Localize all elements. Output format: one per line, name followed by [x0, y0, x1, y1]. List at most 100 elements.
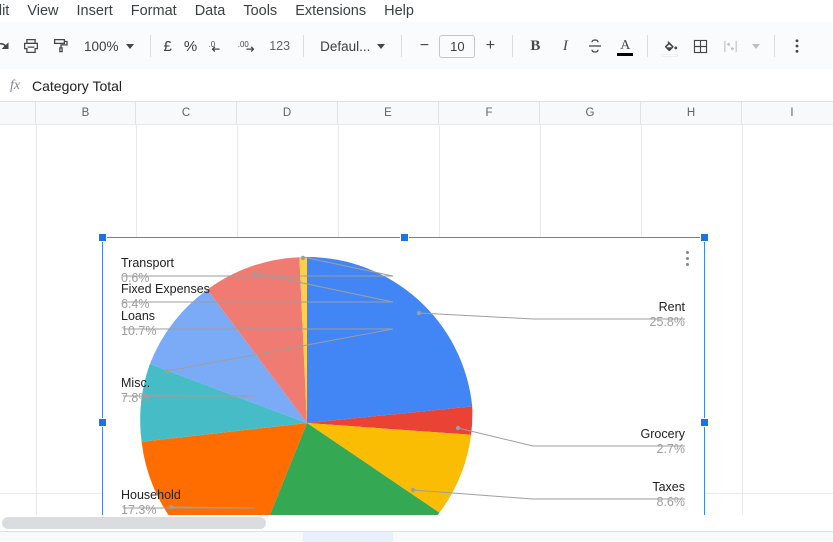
- leader-line-rent: [418, 312, 685, 320]
- pie-label-taxes: Taxes: [652, 480, 685, 494]
- horizontal-scrollbar-track[interactable]: [0, 515, 833, 531]
- toolbar-divider-6: [774, 35, 776, 57]
- resize-handle-middle-right[interactable]: [700, 418, 709, 427]
- leader-dot-rent: [416, 310, 422, 316]
- pie-value-grocery: 2.7%: [657, 442, 686, 456]
- font-family-value: Defaul...: [320, 38, 371, 54]
- grid-row-line: [0, 124, 833, 125]
- toolbar-divider-5: [647, 35, 649, 57]
- menu-item-extensions[interactable]: Extensions: [287, 0, 374, 22]
- font-size-input[interactable]: 10: [439, 34, 476, 58]
- toolbar-divider: [149, 35, 151, 57]
- svg-text:.00: .00: [238, 40, 250, 49]
- toolbar-divider-4: [512, 35, 514, 57]
- spreadsheet-grid[interactable]: B C D E F G H I Transport 0.6% Fixed Exp…: [0, 102, 833, 515]
- toolbar-divider-2: [303, 35, 305, 57]
- pie-label-loans: Loans: [121, 309, 155, 323]
- leader-dot-loans: [164, 368, 170, 374]
- resize-handle-top-right[interactable]: [700, 233, 709, 242]
- resize-handle-top-left[interactable]: [98, 233, 107, 242]
- merge-cells-icon: [715, 31, 745, 61]
- column-header-i[interactable]: I: [742, 102, 833, 124]
- increase-decimal-button[interactable]: .00: [233, 31, 263, 61]
- leader-dot-taxes: [410, 487, 416, 493]
- zoom-control[interactable]: 100%: [76, 32, 143, 60]
- resize-handle-middle-left[interactable]: [98, 418, 107, 427]
- dot: [685, 250, 689, 254]
- leader-dot-transport: [300, 255, 306, 261]
- paint-format-icon[interactable]: [46, 31, 76, 61]
- pie-value-rent: 25.8%: [650, 315, 685, 329]
- menu-item-format[interactable]: Format: [123, 0, 185, 22]
- grid-column-line: [742, 124, 743, 515]
- italic-button[interactable]: I: [550, 31, 580, 61]
- percent-format-button[interactable]: %: [178, 32, 203, 60]
- pie-value-taxes: 8.6%: [657, 495, 686, 509]
- more-options-icon[interactable]: [782, 31, 812, 61]
- fx-icon: fx: [9, 77, 21, 93]
- pie-label-household: Household: [121, 488, 181, 502]
- menu-item-insert[interactable]: Insert: [69, 0, 121, 22]
- font-family-selector[interactable]: Defaul...: [311, 32, 394, 60]
- column-header-h[interactable]: H: [641, 102, 742, 124]
- resize-handle-top-center[interactable]: [400, 233, 409, 242]
- chevron-down-icon: [752, 43, 761, 49]
- chevron-down-icon: [377, 43, 386, 49]
- fill-color-swatch: [662, 54, 679, 57]
- sheet-tab-bar: [0, 531, 833, 542]
- more-formats-button[interactable]: 123: [263, 32, 296, 60]
- column-header-b[interactable]: B: [36, 102, 136, 124]
- print-icon[interactable]: [16, 31, 46, 61]
- pie-label-transport: Transport: [121, 256, 175, 270]
- formula-bar: fx Category Total: [0, 70, 833, 102]
- toolbar: 100% £ % .0 .00 123 Defaul... − 10 + B I: [0, 22, 833, 70]
- dot: [685, 262, 689, 266]
- strikethrough-icon[interactable]: [580, 31, 610, 61]
- chart-overflow-menu-icon[interactable]: [678, 246, 696, 270]
- text-color-letter: A: [620, 38, 631, 53]
- pie-value-misc: 7.8%: [121, 391, 150, 405]
- dot: [685, 256, 689, 260]
- leader-dot-household: [168, 504, 174, 510]
- toolbar-divider-3: [401, 35, 403, 57]
- pie-value-loans: 10.7%: [121, 324, 156, 338]
- menu-bar: dit View Insert Format Data Tools Extens…: [0, 0, 833, 22]
- column-header-e[interactable]: E: [338, 102, 439, 124]
- fill-color-icon[interactable]: [655, 31, 685, 61]
- increase-font-size-button[interactable]: +: [475, 31, 505, 61]
- column-header-g[interactable]: G: [540, 102, 641, 124]
- pie-chart-svg: Transport 0.6% Fixed Expenses 6.4% Loans…: [121, 255, 686, 515]
- menu-item-view[interactable]: View: [19, 0, 66, 22]
- horizontal-scrollbar-thumb[interactable]: [2, 517, 266, 529]
- pie-chart-object[interactable]: Transport 0.6% Fixed Expenses 6.4% Loans…: [98, 233, 709, 515]
- pie-label-grocery: Grocery: [641, 427, 686, 441]
- column-header-f[interactable]: F: [439, 102, 540, 124]
- borders-icon[interactable]: [685, 31, 715, 61]
- decrease-decimal-button[interactable]: .0: [203, 31, 233, 61]
- bold-button[interactable]: B: [520, 31, 550, 61]
- pie-label-misc: Misc.: [121, 376, 150, 390]
- menu-item-data[interactable]: Data: [187, 0, 234, 22]
- pie-label-rent: Rent: [659, 300, 686, 314]
- column-header-c[interactable]: C: [136, 102, 237, 124]
- leader-line-taxes: [412, 489, 685, 500]
- column-header-corner[interactable]: [0, 102, 36, 124]
- pie-label-fixed-expenses: Fixed Expenses: [121, 282, 210, 296]
- chevron-down-icon: [125, 43, 134, 49]
- text-color-icon[interactable]: A: [610, 31, 640, 61]
- column-header-row: B C D E F G H I: [0, 102, 833, 124]
- menu-item-help[interactable]: Help: [376, 0, 422, 22]
- column-header-d[interactable]: D: [237, 102, 338, 124]
- leader-dot-fixed-expenses: [252, 271, 258, 277]
- redo-icon[interactable]: [0, 31, 16, 61]
- formula-input[interactable]: Category Total: [30, 78, 122, 94]
- currency-format-button[interactable]: £: [158, 32, 178, 60]
- pie-value-household: 17.3%: [121, 503, 156, 515]
- decrease-font-size-button[interactable]: −: [409, 31, 439, 61]
- menu-item-edit[interactable]: dit: [0, 0, 17, 22]
- leader-dot-grocery: [455, 425, 461, 431]
- menu-item-tools[interactable]: Tools: [235, 0, 285, 22]
- text-color-swatch: [617, 53, 634, 56]
- grid-column-line: [36, 124, 37, 515]
- zoom-value: 100%: [84, 38, 119, 54]
